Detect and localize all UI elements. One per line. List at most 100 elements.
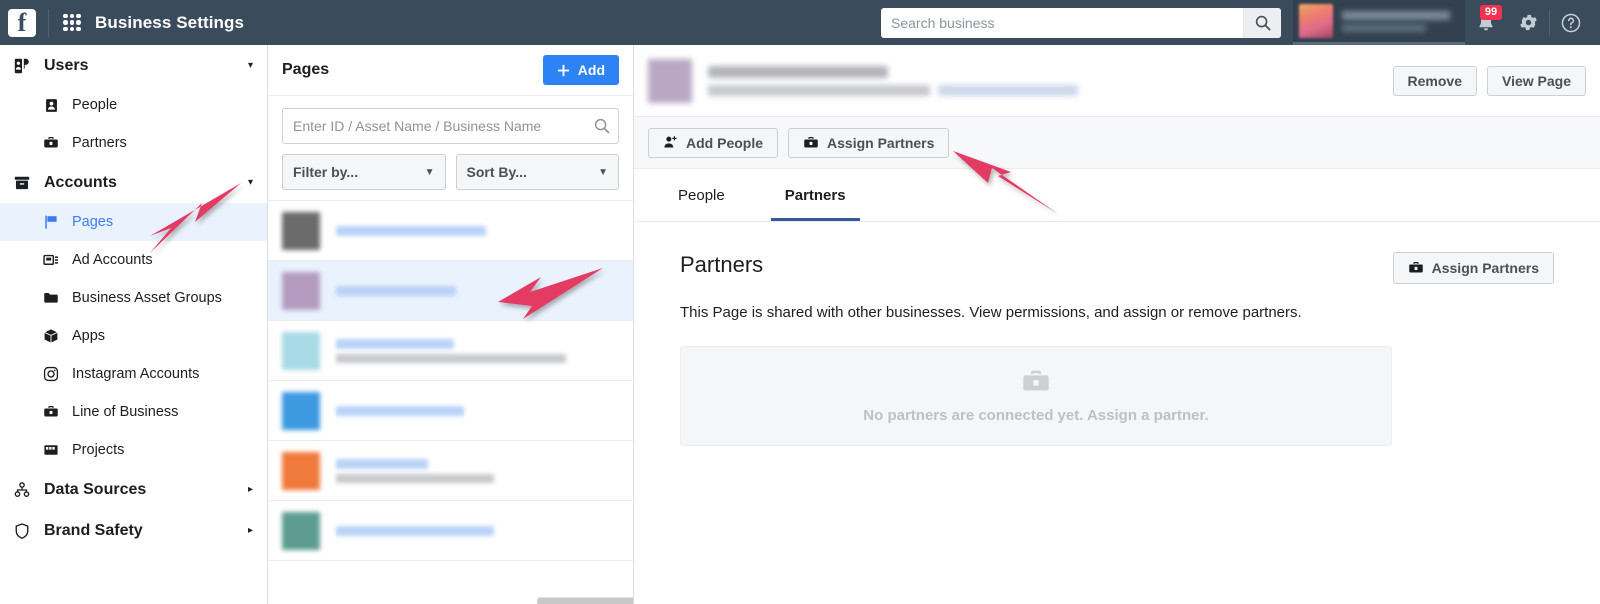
- search-icon[interactable]: [1243, 7, 1281, 38]
- sidebar-item-partners[interactable]: Partners: [0, 124, 267, 162]
- add-page-button[interactable]: Add: [542, 55, 619, 85]
- add-people-label: Add People: [686, 134, 764, 151]
- sidebar-group-data-sources[interactable]: Data Sources ▸: [0, 469, 267, 510]
- page-thumbnail: [282, 511, 320, 550]
- filter-sort-row: Filter by... ▼ Sort By... ▼: [282, 154, 619, 190]
- view-page-button[interactable]: View Page: [1486, 65, 1586, 96]
- page-name-redacted: [336, 225, 486, 236]
- sidebar-item-line-of-business[interactable]: Line of Business: [0, 393, 267, 431]
- settings-button[interactable]: [1507, 0, 1549, 45]
- tab-people-label: People: [678, 186, 725, 204]
- pages-column-header: Pages Add: [268, 45, 633, 96]
- partners-description: This Page is shared with other businesse…: [680, 304, 1302, 321]
- facebook-logo-icon[interactable]: f: [8, 8, 36, 37]
- sidebar-item-pages[interactable]: Pages: [0, 203, 267, 241]
- asset-header-buttons: Remove View Page: [1392, 65, 1586, 96]
- sidebar-group-users[interactable]: Users ▾: [0, 45, 267, 86]
- plus-icon: [557, 64, 569, 76]
- sidebar-group-label: Data Sources: [44, 480, 147, 498]
- page-title: Business Settings: [95, 12, 245, 32]
- assign-partners-button[interactable]: Assign Partners: [788, 127, 950, 158]
- assign-partners-secondary-label: Assign Partners: [1431, 260, 1539, 276]
- tab-partners-label: Partners: [784, 186, 846, 204]
- asset-tabs: People Partners: [634, 169, 1600, 222]
- chevron-down-icon: ▼: [424, 166, 435, 178]
- app-grid-icon[interactable]: [63, 13, 81, 32]
- filter-by-select[interactable]: Filter by... ▼: [282, 154, 446, 190]
- assign-partners-button-secondary[interactable]: Assign Partners: [1392, 252, 1554, 284]
- search-icon[interactable]: [586, 118, 618, 134]
- sidebar-item-label: Apps: [72, 328, 106, 344]
- pages-list-column: Pages Add Fi: [268, 45, 634, 604]
- asset-search[interactable]: [282, 108, 619, 144]
- page-list-item[interactable]: [268, 501, 633, 561]
- adaccount-icon: [42, 252, 60, 268]
- notification-badge: 99: [1480, 5, 1502, 20]
- add-page-label: Add: [577, 62, 605, 78]
- tab-partners[interactable]: Partners: [755, 169, 876, 221]
- partners-empty-state: No partners are connected yet. Assign a …: [680, 345, 1392, 446]
- sidebar-item-apps[interactable]: Apps: [0, 317, 267, 355]
- sidebar-group-label: Accounts: [44, 173, 117, 191]
- sidebar-item-projects[interactable]: Projects: [0, 431, 267, 469]
- tab-people[interactable]: People: [648, 169, 755, 221]
- business-profile-chip[interactable]: [1293, 0, 1465, 45]
- asset-thumbnail: [648, 58, 692, 103]
- sidebar-item-label: Partners: [72, 135, 127, 151]
- search-input[interactable]: [881, 7, 1243, 38]
- sidebar-item-business-asset-groups[interactable]: Business Asset Groups: [0, 279, 267, 317]
- projects-icon: [42, 442, 60, 458]
- chevron-right-icon[interactable]: ▸: [248, 525, 253, 536]
- chevron-down-icon[interactable]: ▾: [248, 177, 253, 188]
- help-button[interactable]: [1550, 0, 1592, 45]
- gear-icon: [1519, 14, 1537, 31]
- briefcase-icon: [1023, 370, 1049, 391]
- page-thumbnail: [282, 271, 320, 310]
- sidebar-item-label: People: [72, 97, 118, 113]
- asset-search-input[interactable]: [283, 109, 586, 143]
- page-name-redacted: [336, 458, 494, 483]
- view-page-button-label: View Page: [1501, 72, 1571, 89]
- topbar-right-cluster: 99: [881, 0, 1600, 45]
- sidebar-group-label: Users: [44, 56, 89, 74]
- sidebar-group-accounts[interactable]: Accounts ▾: [0, 162, 267, 203]
- partners-title: Partners: [680, 252, 764, 277]
- page-list-item[interactable]: [268, 321, 633, 381]
- page-list-item[interactable]: [268, 381, 633, 441]
- help-icon: [1561, 13, 1581, 32]
- users-icon: [12, 57, 32, 75]
- asset-action-bar: Add People Assign Partners: [634, 117, 1600, 169]
- page-list-item[interactable]: [268, 261, 633, 321]
- person-icon: [42, 98, 60, 113]
- add-people-button[interactable]: Add People: [648, 127, 779, 158]
- pages-filters: Filter by... ▼ Sort By... ▼: [268, 96, 633, 200]
- briefcase-icon: [1408, 261, 1423, 273]
- sidebar-item-label: Line of Business: [72, 404, 179, 420]
- remove-button[interactable]: Remove: [1392, 65, 1477, 96]
- briefcase-icon: [42, 135, 60, 151]
- top-navigation-bar: f Business Settings Search business 99: [0, 0, 1600, 45]
- asset-identity-redacted: [648, 58, 1078, 103]
- sidebar-item-instagram-accounts[interactable]: Instagram Accounts: [0, 355, 267, 393]
- filter-by-label: Filter by...: [293, 164, 359, 180]
- sidebar-group-brand-safety[interactable]: Brand Safety ▸: [0, 510, 267, 551]
- page-list-item[interactable]: [268, 441, 633, 501]
- asset-header: Remove View Page: [634, 45, 1600, 117]
- chevron-down-icon[interactable]: ▾: [248, 60, 253, 71]
- sidebar-item-people[interactable]: People: [0, 86, 267, 124]
- page-name-redacted: [336, 405, 464, 416]
- business-settings-app: f Business Settings Search business 99 U…: [0, 0, 1600, 604]
- briefcase-icon: [804, 136, 818, 147]
- partners-section-header: Partners Assign Partners: [680, 252, 1554, 284]
- notifications-button[interactable]: 99: [1465, 0, 1507, 45]
- pages-list-scrollbar[interactable]: [537, 597, 633, 604]
- sort-by-select[interactable]: Sort By... ▼: [455, 154, 619, 190]
- sidebar-item-label: Instagram Accounts: [72, 366, 200, 382]
- business-search[interactable]: [881, 7, 1281, 38]
- assign-partners-label: Assign Partners: [827, 134, 935, 151]
- box-icon: [12, 174, 32, 192]
- sidebar-item-ad-accounts[interactable]: Ad Accounts: [0, 241, 267, 279]
- page-thumbnail: [282, 211, 320, 250]
- page-list-item[interactable]: [268, 201, 633, 261]
- chevron-right-icon[interactable]: ▸: [248, 484, 253, 495]
